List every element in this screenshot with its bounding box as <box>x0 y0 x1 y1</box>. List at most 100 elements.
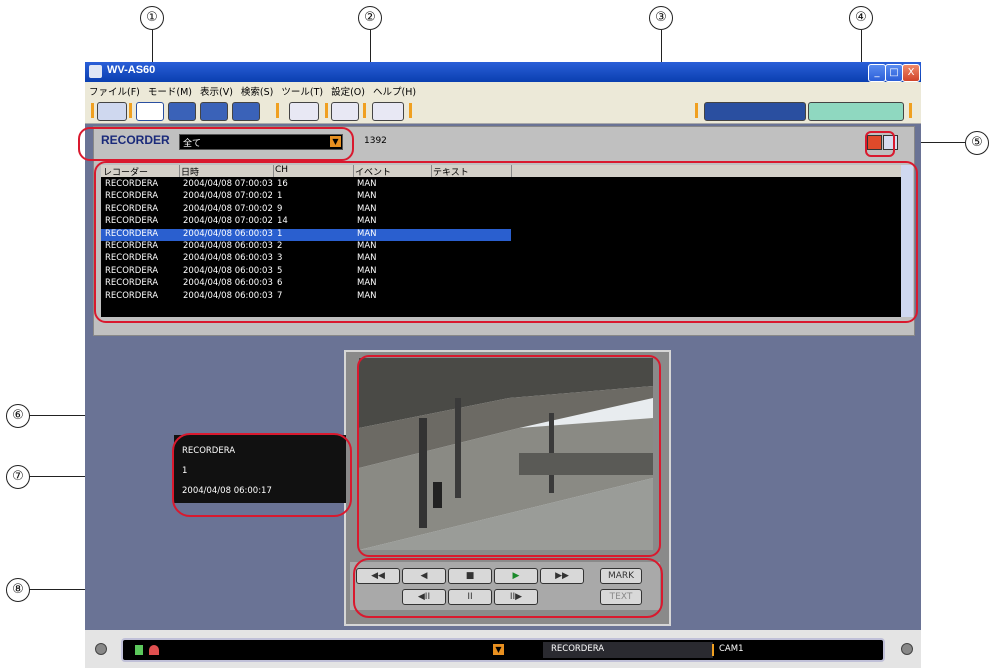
table-row[interactable]: RECORDERA 2004/04/08 07:00:02 9 MAN <box>101 204 511 216</box>
column-header-text[interactable]: テキスト <box>431 165 512 178</box>
next-frame-button[interactable]: II▶ <box>494 589 538 605</box>
column-header-recorder[interactable]: レコーダー <box>101 165 180 178</box>
camera-app-icon <box>89 65 102 78</box>
toolbar <box>85 99 921 124</box>
layout-16-icon[interactable] <box>232 102 260 121</box>
document-icon[interactable] <box>331 102 359 121</box>
info-channel: 1 <box>182 466 188 476</box>
column-header-event[interactable]: イベント <box>353 165 432 178</box>
stop-button[interactable]: ■ <box>448 568 492 584</box>
table-row[interactable]: RECORDERA 2004/04/08 06:00:03 5 MAN <box>101 266 511 278</box>
text-button[interactable]: TEXT <box>600 589 642 605</box>
cell-ch: 5 <box>277 265 283 276</box>
table-row[interactable]: RECORDERA 2004/04/08 07:00:02 1 MAN <box>101 191 511 203</box>
toolbar-separator <box>91 103 94 118</box>
right-knob-icon[interactable] <box>901 643 913 655</box>
play-button[interactable]: ▶ <box>494 568 538 584</box>
table-row[interactable]: RECORDERA 2004/04/08 07:00:02 14 MAN <box>101 216 511 228</box>
cell-event: MAN <box>357 228 377 239</box>
cell-datetime: 2004/04/08 06:00:03 <box>183 278 273 289</box>
cell-recorder: RECORDERA <box>105 241 159 251</box>
callout-5: ⑤ <box>965 131 989 155</box>
recorder-select[interactable]: 全て ▼ <box>179 134 343 150</box>
thumbnail-view-icon[interactable] <box>883 135 898 150</box>
cell-recorder: RECORDERA <box>105 228 159 239</box>
cell-recorder: RECORDERA <box>105 203 159 214</box>
menu-bar: ファイル(F) モード(M) 表示(V) 検索(S) ツール(T) 設定(O) ヘルプ(H) <box>85 82 921 99</box>
table-row[interactable]: RECORDERA 2004/04/08 06:00:03 3 MAN <box>101 253 511 265</box>
cell-recorder: RECORDERA <box>105 265 159 276</box>
menu-tools[interactable]: ツール(T) <box>277 82 327 98</box>
alarm-icon[interactable] <box>135 645 143 655</box>
recorder-label: RECORDER <box>101 133 170 147</box>
pause-button[interactable]: II <box>448 589 492 605</box>
event-table: レコーダー 日時 CH イベント テキスト RECORDERA 2004/04/0… <box>101 165 913 317</box>
cell-recorder: RECORDERA <box>105 179 159 189</box>
status-recorder: RECORDERA <box>551 644 605 654</box>
info-box: RECORDERA 1 2004/04/08 06:00:17 <box>174 435 346 503</box>
list-view-icon[interactable] <box>867 135 882 150</box>
cell-datetime: 2004/04/08 07:00:02 <box>183 203 273 214</box>
cell-event: MAN <box>357 265 377 276</box>
menu-help[interactable]: ヘルプ(H) <box>369 82 420 98</box>
chevron-down-icon[interactable]: ▼ <box>493 644 504 655</box>
close-button[interactable]: X <box>902 64 920 82</box>
table-row[interactable]: RECORDERA 2004/04/08 06:00:03 2 MAN <box>101 241 511 253</box>
status-bar: ▼ RECORDERA CAM1 <box>85 630 921 668</box>
menu-search[interactable]: 検索(S) <box>237 82 277 98</box>
callout-4: ④ <box>849 6 873 30</box>
cell-datetime: 2004/04/08 07:00:02 <box>183 191 273 202</box>
callout-3: ③ <box>649 6 673 30</box>
cell-recorder: RECORDERA <box>105 216 159 227</box>
callout-2: ② <box>358 6 382 30</box>
cell-ch: 7 <box>277 290 283 301</box>
toolbar-separator <box>363 103 366 118</box>
toolbar-separator <box>409 103 412 118</box>
layout-4-icon[interactable] <box>168 102 196 121</box>
cell-ch: 6 <box>277 278 283 289</box>
prev-frame-button[interactable]: ◀II <box>402 589 446 605</box>
cell-ch: 1 <box>277 228 283 239</box>
network-icon[interactable] <box>704 102 806 121</box>
minimize-button[interactable]: _ <box>868 64 886 82</box>
layout-1-icon[interactable] <box>136 102 164 121</box>
table-row[interactable]: RECORDERA 2004/04/08 06:00:03 1 MAN <box>101 228 511 241</box>
table-row[interactable]: RECORDERA 2004/04/08 07:00:03 16 MAN <box>101 179 511 191</box>
mark-button[interactable]: MARK <box>600 568 642 584</box>
menu-settings[interactable]: 設定(O) <box>327 82 369 98</box>
status-panel: ▼ RECORDERA CAM1 <box>121 638 885 662</box>
print-icon[interactable] <box>372 102 404 121</box>
menu-file[interactable]: ファイル(F) <box>85 82 144 98</box>
maximize-button[interactable]: □ <box>885 64 903 82</box>
reverse-play-button[interactable]: ◀ <box>402 568 446 584</box>
cell-event: MAN <box>357 278 377 289</box>
scrollbar[interactable] <box>901 165 913 317</box>
callout-8: ⑧ <box>6 578 30 602</box>
menu-mode[interactable]: モード(M) <box>144 82 196 98</box>
fast-rewind-button[interactable]: ◀◀ <box>356 568 400 584</box>
column-header-datetime[interactable]: 日時 <box>179 165 274 178</box>
cell-recorder: RECORDERA <box>105 253 159 264</box>
cell-event: MAN <box>357 191 377 202</box>
column-header-ch[interactable]: CH <box>273 165 354 177</box>
cell-datetime: 2004/04/08 06:00:03 <box>183 253 273 264</box>
cell-recorder: RECORDERA <box>105 191 159 202</box>
fast-forward-button[interactable]: ▶▶ <box>540 568 584 584</box>
table-row[interactable]: RECORDERA 2004/04/08 06:00:03 6 MAN <box>101 278 511 290</box>
search-icon[interactable] <box>97 102 127 121</box>
menu-view[interactable]: 表示(V) <box>196 82 237 98</box>
info-datetime: 2004/04/08 06:00:17 <box>182 486 272 496</box>
layout-9-icon[interactable] <box>200 102 228 121</box>
cell-datetime: 2004/04/08 06:00:03 <box>183 228 273 239</box>
monitor-icon[interactable] <box>808 102 904 121</box>
siren-icon[interactable] <box>149 645 159 655</box>
table-row[interactable]: RECORDERA 2004/04/08 06:00:03 7 MAN <box>101 291 511 303</box>
sequence-icon[interactable] <box>289 102 319 121</box>
left-knob-icon[interactable] <box>95 643 107 655</box>
cell-ch: 16 <box>277 179 288 189</box>
status-camera: CAM1 <box>719 644 744 654</box>
chevron-down-icon[interactable]: ▼ <box>330 136 341 147</box>
table-header: レコーダー 日時 CH イベント テキスト <box>101 165 901 178</box>
callout-6: ⑥ <box>6 404 30 428</box>
platform-image <box>359 358 653 550</box>
